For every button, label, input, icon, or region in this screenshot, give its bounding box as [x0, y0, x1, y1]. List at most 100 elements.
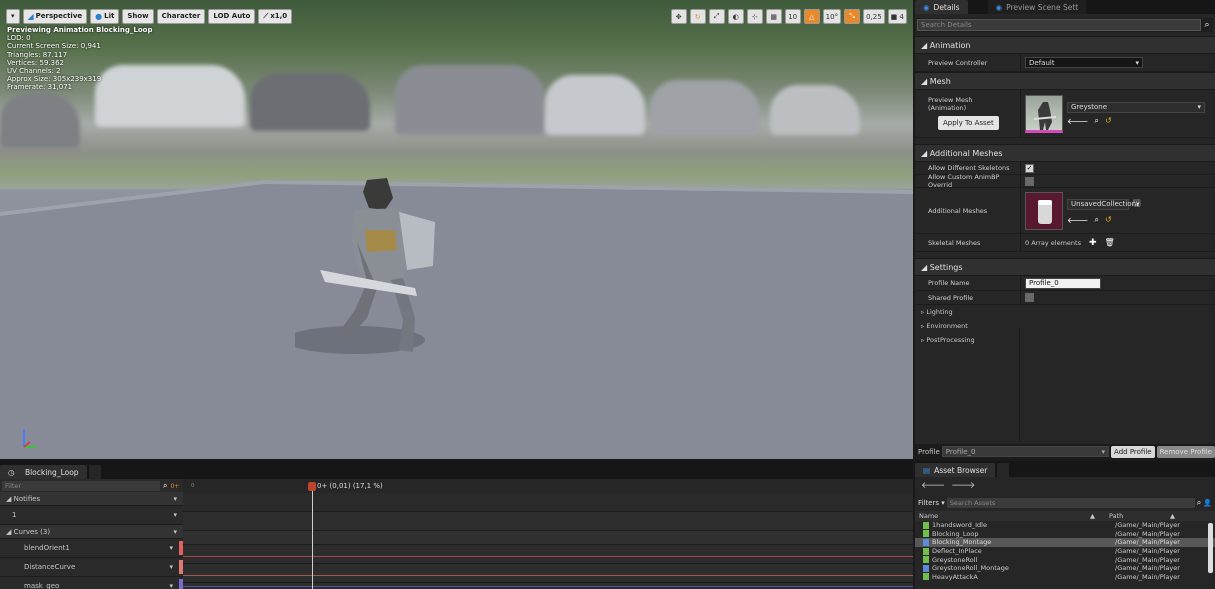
scale-snap-value[interactable]: 0,25	[863, 9, 885, 24]
add-profile-button[interactable]: Add Profile	[1111, 445, 1155, 458]
tab-details[interactable]: ◉ Details	[915, 0, 968, 14]
preview-controller-combo[interactable]: Default ▾	[1025, 57, 1143, 68]
column-path-header[interactable]: Path ▲	[1107, 512, 1215, 520]
chevron-down-icon[interactable]: ▾	[173, 528, 177, 536]
search-details-input[interactable]: Search Details	[917, 19, 1201, 31]
animation-viewport[interactable]: ▾ ◢ Perspective ● Lit Show Character LOD A…	[0, 0, 913, 459]
clock-icon: ◷	[8, 467, 15, 477]
chevron-down-icon[interactable]: ▾	[169, 582, 173, 589]
preview-controller-label: Preview Controller	[928, 58, 988, 67]
browse-search-icon[interactable]: ⌕	[1094, 116, 1098, 126]
back-arrow-icon[interactable]: 🡐	[921, 480, 945, 491]
category-settings[interactable]: ◢ Settings	[915, 258, 1215, 276]
use-selected-arrow-icon[interactable]: 🡐	[1067, 215, 1088, 225]
curve-row[interactable]: mask_geo ▾	[0, 577, 183, 589]
chevron-down-icon[interactable]: ▾	[173, 511, 177, 519]
timeline-track-area[interactable]: 0 0+ (0,01) (17,1 %)	[183, 479, 913, 589]
perspective-button[interactable]: ◢ Perspective	[22, 8, 88, 24]
search-icon[interactable]: ⌕	[1201, 19, 1213, 31]
apply-to-asset-button[interactable]: Apply To Asset	[938, 116, 999, 130]
allow-different-skeletons-checkbox[interactable]: ✓	[1025, 163, 1034, 173]
search-icon[interactable]: ⌕	[1197, 498, 1201, 508]
search-icon[interactable]: ⌕	[163, 481, 167, 491]
search-assets-input[interactable]: Search Assets	[946, 498, 1195, 508]
show-button[interactable]: Show	[122, 8, 154, 24]
world-local-button[interactable]: ◐	[727, 9, 744, 24]
list-item[interactable]: Deflect_InPlace/Game/_Main/Player	[915, 547, 1215, 556]
lod-button[interactable]: LOD Auto	[208, 8, 256, 24]
preview-mesh-combo[interactable]: Greystone ▾	[1067, 101, 1205, 113]
forward-arrow-icon[interactable]: 🡒	[951, 480, 975, 491]
curves-track[interactable]: ◢ Curves (3) ▾	[0, 525, 183, 539]
character-button[interactable]: Character	[156, 8, 206, 24]
playhead-line[interactable]	[312, 483, 313, 589]
grid-snap-toggle[interactable]: ▦	[765, 9, 782, 24]
user-icon[interactable]: 👤	[1203, 499, 1212, 507]
reset-to-default-icon[interactable]: ↺	[1105, 215, 1112, 225]
allow-custom-animbp-checkbox[interactable]	[1025, 176, 1034, 186]
profile-combo[interactable]: Profile_0 ▾	[941, 446, 1110, 457]
preview-mesh-thumbnail[interactable]	[1025, 94, 1063, 133]
list-item[interactable]: 1handsword_Idle/Game/_Main/Player	[915, 521, 1215, 530]
list-item[interactable]: GreystoneRoll_Montage/Game/_Main/Player	[915, 564, 1215, 573]
save-icon[interactable]: 🖫	[1133, 196, 1141, 212]
asset-list-scrollbar[interactable]	[1208, 523, 1213, 573]
asset-browser-panel: ▤ Asset Browser 🡐 🡒 Filters ▾ Search Asse…	[915, 461, 1215, 589]
uv-channels-stat: UV Channels: 2	[7, 67, 61, 76]
column-name-header[interactable]: Name ▲	[915, 512, 1107, 520]
category-environment[interactable]: ▹ Environment	[915, 319, 1215, 333]
profile-name-input[interactable]: Profile_0	[1025, 277, 1101, 289]
playhead-marker[interactable]	[308, 482, 316, 491]
add-track-icon[interactable]: 0+	[170, 483, 179, 490]
filters-dropdown[interactable]: Filters ▾	[918, 499, 945, 507]
use-selected-arrow-icon[interactable]: 🡐	[1067, 116, 1088, 126]
browse-search-icon[interactable]: ⌕	[1094, 215, 1098, 225]
curve-row[interactable]: DistanceCurve ▾	[0, 558, 183, 577]
list-item[interactable]: GreystoneRoll/Game/_Main/Player	[915, 555, 1215, 564]
tab-preview-scene-settings[interactable]: ◉ Preview Scene Sett	[987, 0, 1087, 14]
rotate-tool-button[interactable]: ↻	[689, 9, 706, 24]
scale-snap-toggle[interactable]: ⤡	[844, 9, 861, 24]
preview-mesh-label: Preview Mesh (Animation)	[928, 96, 973, 112]
category-mesh[interactable]: ◢ Mesh	[915, 72, 1215, 90]
category-additional-meshes[interactable]: ◢ Additional Meshes	[915, 144, 1215, 162]
reset-to-default-icon[interactable]: ↺	[1105, 116, 1112, 126]
chevron-down-icon[interactable]: ▾	[169, 563, 173, 571]
chevron-down-icon[interactable]: ▾	[169, 544, 173, 552]
notify-track-row[interactable]: 1 ▾	[0, 506, 183, 525]
category-postprocessing[interactable]: ▹ PostProcessing	[915, 333, 1215, 347]
timeline-filter-input[interactable]: Filter	[2, 481, 160, 491]
skeletal-meshes-label: Skeletal Meshes	[928, 238, 981, 247]
surface-snap-button[interactable]: ⊹	[746, 9, 763, 24]
collection-thumbnail[interactable]	[1025, 191, 1063, 230]
category-animation[interactable]: ◢ Animation	[915, 36, 1215, 54]
curve-row[interactable]: blendOrient1 ▾	[0, 539, 183, 558]
rotate-icon: ↻	[694, 12, 701, 21]
camera-speed-button[interactable]: ■ 4	[887, 9, 907, 24]
chevron-down-icon[interactable]: ▾	[173, 495, 177, 503]
scale-tool-button[interactable]: ⤢	[708, 9, 725, 24]
notifies-track[interactable]: ◢ Notifies ▾	[0, 492, 183, 506]
remove-profile-button[interactable]: Remove Profile	[1156, 445, 1215, 458]
rotate-snap-toggle[interactable]: △	[803, 9, 820, 24]
additional-meshes-combo[interactable]: UnsavedCollection ▾	[1067, 198, 1140, 210]
translate-tool-button[interactable]: ✥	[670, 9, 687, 24]
chevron-down-icon: ▾	[1135, 58, 1139, 67]
list-item[interactable]: HeavyAttackA/Game/_Main/Player	[915, 573, 1215, 582]
playback-speed-button[interactable]: ⟋ x1,0	[258, 8, 293, 24]
list-item[interactable]: Blocking_Montage/Game/_Main/Player	[915, 538, 1215, 547]
grid-snap-value[interactable]: 10	[784, 9, 801, 24]
lit-button[interactable]: ● Lit	[90, 8, 120, 24]
add-element-icon[interactable]: ✚	[1089, 238, 1097, 248]
trash-icon[interactable]: 🗑	[1105, 238, 1115, 247]
playhead-time: 0+ (0,01) (17,1 %)	[317, 482, 383, 490]
rotate-snap-value[interactable]: 10°	[822, 9, 842, 24]
category-lighting[interactable]: ▹ Lighting	[915, 305, 1215, 319]
skeletal-meshes-count: 0 Array elements	[1025, 238, 1081, 247]
tab-asset-browser[interactable]: ▤ Asset Browser	[915, 463, 996, 477]
list-item[interactable]: Blocking_Loop/Game/_Main/Player	[915, 530, 1215, 539]
shared-profile-checkbox[interactable]	[1025, 293, 1034, 302]
tab-blocking-loop[interactable]: ◷ Blocking_Loop	[0, 465, 87, 479]
montage-asset-icon	[923, 538, 929, 546]
viewport-options-button[interactable]: ▾	[6, 8, 20, 24]
